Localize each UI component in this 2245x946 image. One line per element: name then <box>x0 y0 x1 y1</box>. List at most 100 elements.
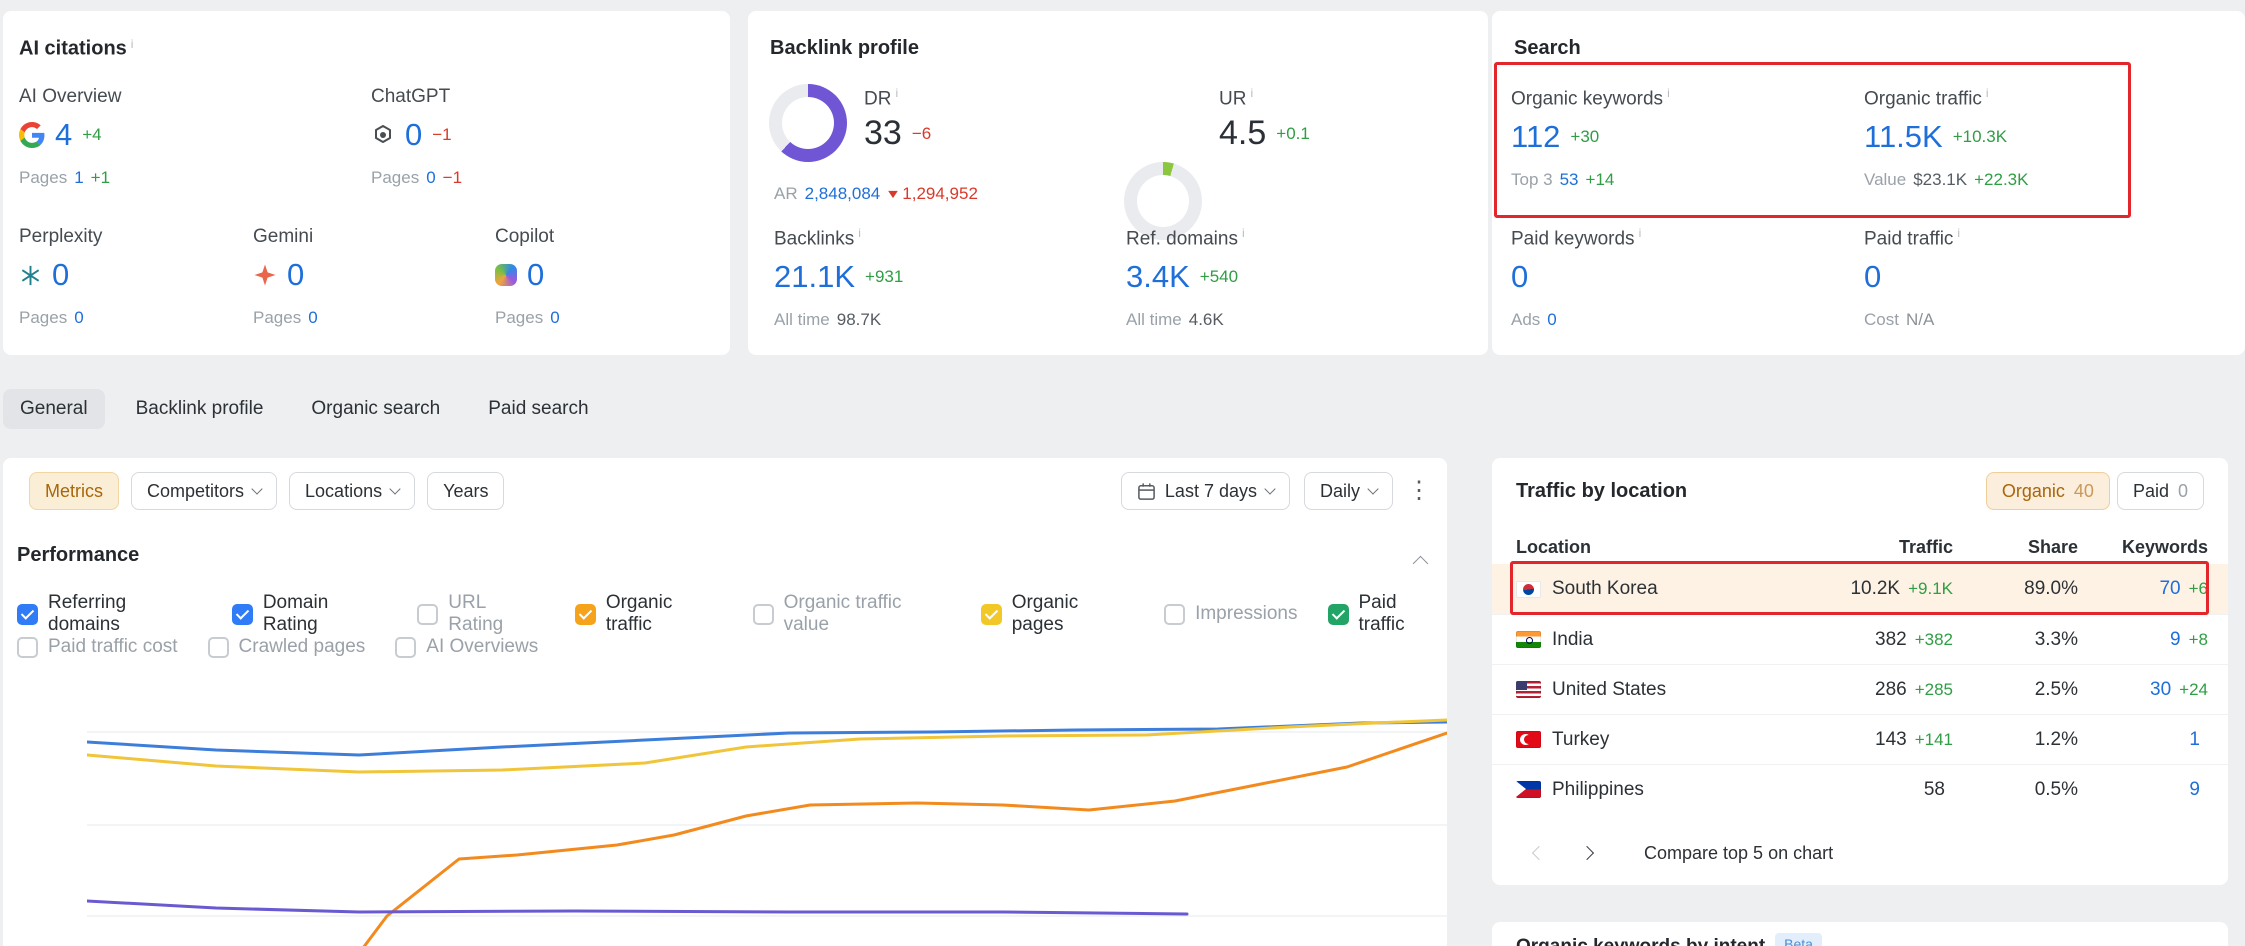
metric-checkbox-row-2: Paid traffic cost Crawled pages AI Overv… <box>17 636 538 658</box>
pages-value[interactable]: 0 <box>550 308 559 328</box>
organic-keywords-value[interactable]: 112 <box>1511 119 1560 155</box>
share-value: 89.0% <box>1953 578 2078 600</box>
table-row-turkey[interactable]: Turkey 143+141 1.2% 1 <box>1492 714 2228 764</box>
kebab-menu-icon[interactable]: ⋮ <box>1407 479 1431 503</box>
ai-overview-stat: AI Overview 4 +4 Pages1+1 <box>19 86 121 188</box>
chatgpt-stat: ChatGPT 0 −1 Pages0−1 <box>371 86 462 188</box>
ai-citations-card: AI citationsi AI Overview 4 +4 Pages1+1 … <box>3 11 730 355</box>
checkbox-icon <box>17 604 38 625</box>
paid-traffic-label: Paid traffic <box>1864 228 1953 249</box>
organic-keywords-change: +30 <box>1570 127 1599 147</box>
performance-chart[interactable] <box>87 702 1447 946</box>
locations-button[interactable]: Locations <box>289 472 415 510</box>
checkbox-paid-traffic[interactable]: Paid traffic <box>1328 592 1448 636</box>
keywords-value[interactable]: 70 <box>2159 578 2180 600</box>
checkbox-paid-traffic-cost[interactable]: Paid traffic cost <box>17 636 178 658</box>
top3-value[interactable]: 53 <box>1560 170 1579 190</box>
keywords-value[interactable]: 30 <box>2150 679 2171 701</box>
checkbox-organic-traffic[interactable]: Organic traffic <box>575 592 723 636</box>
traffic-change: +285 <box>1915 680 1953 700</box>
beta-badge: Beta <box>1775 933 1822 946</box>
paid-toggle-button[interactable]: Paid0 <box>2117 472 2204 510</box>
pages-value[interactable]: 0 <box>426 168 435 188</box>
pages-change: +1 <box>91 168 110 188</box>
value-amount: $23.1K <box>1913 170 1967 190</box>
table-row-philippines[interactable]: Philippines 58 0.5% 9 <box>1492 764 2228 814</box>
collapse-icon[interactable] <box>1413 556 1429 572</box>
keywords-value[interactable]: 9 <box>2189 779 2200 801</box>
tab-general[interactable]: General <box>3 389 105 429</box>
col-traffic: Traffic <box>1783 537 1953 558</box>
info-icon[interactable]: i <box>1639 226 1642 240</box>
next-page-icon[interactable] <box>1580 846 1594 860</box>
paid-keywords-value[interactable]: 0 <box>1511 259 1528 295</box>
checkbox-ai-overviews[interactable]: AI Overviews <box>395 636 538 658</box>
backlinks-value[interactable]: 21.1K <box>774 259 855 295</box>
table-footer: Compare top 5 on chart <box>1492 830 2228 876</box>
alltime-label: All time <box>1126 310 1182 330</box>
pages-value[interactable]: 1 <box>74 168 83 188</box>
checkbox-crawled-pages[interactable]: Crawled pages <box>208 636 366 658</box>
refdomains-value[interactable]: 3.4K <box>1126 259 1190 295</box>
paid-keywords-stat: Paid keywordsi 0 Ads0 <box>1511 226 1641 330</box>
copilot-stat: Copilot 0 Pages0 <box>495 226 560 328</box>
checkbox-icon <box>981 604 1002 625</box>
date-range-button[interactable]: Last 7 days <box>1121 472 1290 510</box>
traffic-change: +382 <box>1915 630 1953 650</box>
checkbox-domain-rating[interactable]: Domain Rating <box>232 592 387 636</box>
organic-toggle-button[interactable]: Organic40 <box>1986 472 2110 510</box>
tab-paid-search[interactable]: Paid search <box>471 389 605 429</box>
keywords-value[interactable]: 9 <box>2170 629 2181 651</box>
info-icon[interactable]: i <box>1957 226 1960 240</box>
checkbox-url-rating[interactable]: URL Rating <box>417 592 545 636</box>
info-icon[interactable]: i <box>1667 86 1670 100</box>
ar-value[interactable]: 2,848,084 <box>805 184 881 204</box>
table-row-united-states[interactable]: United States 286+285 2.5% 30+24 <box>1492 664 2228 714</box>
alltime-label: All time <box>774 310 830 330</box>
performance-card: Metrics Competitors Locations Years Last… <box>3 458 1447 946</box>
backlinks-label: Backlinks <box>774 228 854 249</box>
tab-backlink-profile[interactable]: Backlink profile <box>119 389 281 429</box>
organic-traffic-value[interactable]: 11.5K <box>1864 119 1943 155</box>
checkbox-referring-domains[interactable]: Referring domains <box>17 592 202 636</box>
chatgpt-change: −1 <box>432 125 451 145</box>
pages-value[interactable]: 0 <box>74 308 83 328</box>
info-icon[interactable]: i <box>1986 86 1989 100</box>
pages-value[interactable]: 0 <box>308 308 317 328</box>
chatgpt-value[interactable]: 0 <box>405 117 422 153</box>
perplexity-value[interactable]: 0 <box>52 257 69 293</box>
traffic-change: +9.1K <box>1908 579 1953 599</box>
paid-traffic-value[interactable]: 0 <box>1864 259 1881 295</box>
table-row-india[interactable]: India 382+382 3.3% 9+8 <box>1492 614 2228 664</box>
gemini-value[interactable]: 0 <box>287 257 304 293</box>
info-icon[interactable]: i <box>895 86 898 100</box>
checkbox-organic-pages[interactable]: Organic pages <box>981 592 1134 636</box>
info-icon[interactable]: i <box>858 226 861 240</box>
granularity-button[interactable]: Daily <box>1304 472 1393 510</box>
ai-overview-value[interactable]: 4 <box>55 117 72 153</box>
copilot-value[interactable]: 0 <box>527 257 544 293</box>
pages-label: Pages <box>19 308 67 328</box>
prev-page-icon[interactable] <box>1532 846 1546 860</box>
info-icon[interactable]: i <box>1242 226 1245 240</box>
ads-value[interactable]: 0 <box>1547 310 1556 330</box>
keywords-value[interactable]: 1 <box>2189 729 2200 751</box>
competitors-button[interactable]: Competitors <box>131 472 277 510</box>
tab-organic-search[interactable]: Organic search <box>294 389 457 429</box>
traffic-value: 10.2K <box>1850 578 1900 600</box>
chevron-down-icon <box>1367 483 1378 494</box>
flag-india-icon <box>1516 631 1541 648</box>
info-icon[interactable]: i <box>1250 86 1253 100</box>
backlinks-change: +931 <box>865 267 903 287</box>
cost-label: Cost <box>1864 310 1899 330</box>
ai-citations-title: AI citations <box>19 37 127 59</box>
search-title: Search <box>1514 37 1581 59</box>
checkbox-impressions[interactable]: Impressions <box>1164 603 1297 625</box>
alltime-value: 4.6K <box>1189 310 1224 330</box>
compare-top5-link[interactable]: Compare top 5 on chart <box>1644 843 1833 864</box>
checkbox-organic-traffic-value[interactable]: Organic traffic value <box>753 592 951 636</box>
table-row-south-korea[interactable]: South Korea 10.2K+9.1K 89.0% 70+6 <box>1492 564 2228 614</box>
metrics-button[interactable]: Metrics <box>29 472 119 510</box>
info-icon[interactable]: i <box>131 37 134 51</box>
years-button[interactable]: Years <box>427 472 504 510</box>
